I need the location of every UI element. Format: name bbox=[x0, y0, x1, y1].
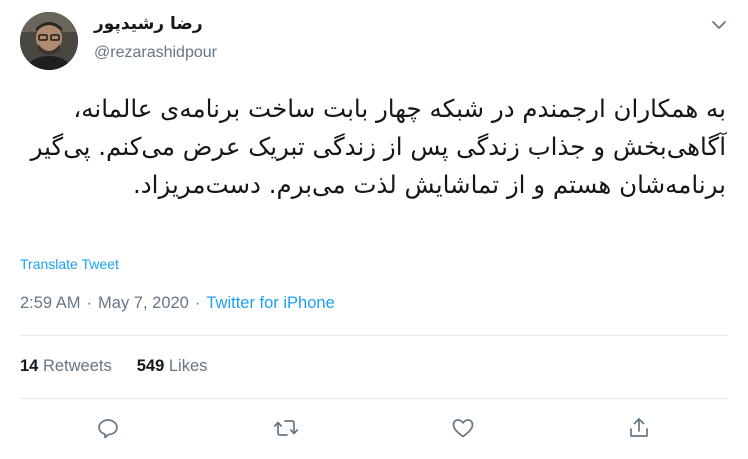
more-options-button[interactable] bbox=[704, 10, 734, 40]
meta-separator: · bbox=[194, 294, 201, 312]
tweet-time[interactable]: 2:59 AM bbox=[20, 294, 81, 313]
retweets-stat[interactable]: 14 Retweets bbox=[20, 357, 112, 376]
retweets-label: Retweets bbox=[42, 357, 112, 375]
tweet-date[interactable]: May 7, 2020 bbox=[98, 294, 189, 313]
chevron-down-icon bbox=[712, 21, 726, 29]
user-handle[interactable]: @rezarashidpour bbox=[94, 44, 217, 62]
reply-icon bbox=[98, 419, 118, 439]
tweet-metadata: 2:59 AM · May 7, 2020 · Twitter for iPho… bbox=[20, 294, 335, 313]
retweet-icon bbox=[273, 420, 299, 436]
tweet-source-link[interactable]: Twitter for iPhone bbox=[206, 294, 334, 313]
likes-count: 549 bbox=[136, 357, 165, 375]
avatar-photo bbox=[20, 12, 78, 70]
share-button[interactable] bbox=[624, 413, 654, 443]
tweet-text: به همکاران ارجمندم در شبکه چهار بابت ساخ… bbox=[30, 94, 726, 199]
retweets-count: 14 bbox=[20, 357, 39, 375]
heart-icon bbox=[452, 419, 474, 438]
display-name[interactable]: رضا رشیدپور bbox=[94, 14, 203, 34]
likes-stat[interactable]: 549 Likes bbox=[137, 357, 208, 376]
retweet-button[interactable] bbox=[271, 413, 301, 443]
divider bbox=[20, 398, 728, 399]
share-icon bbox=[630, 418, 648, 437]
translate-tweet-link[interactable]: Translate Tweet bbox=[20, 256, 119, 272]
engagement-stats: 14 Retweets 549 Likes bbox=[20, 357, 207, 376]
avatar[interactable] bbox=[20, 12, 78, 70]
divider bbox=[20, 335, 728, 336]
like-button[interactable] bbox=[448, 413, 478, 443]
reply-button[interactable] bbox=[93, 413, 123, 443]
likes-label: Likes bbox=[168, 357, 208, 375]
meta-separator: · bbox=[86, 294, 93, 312]
